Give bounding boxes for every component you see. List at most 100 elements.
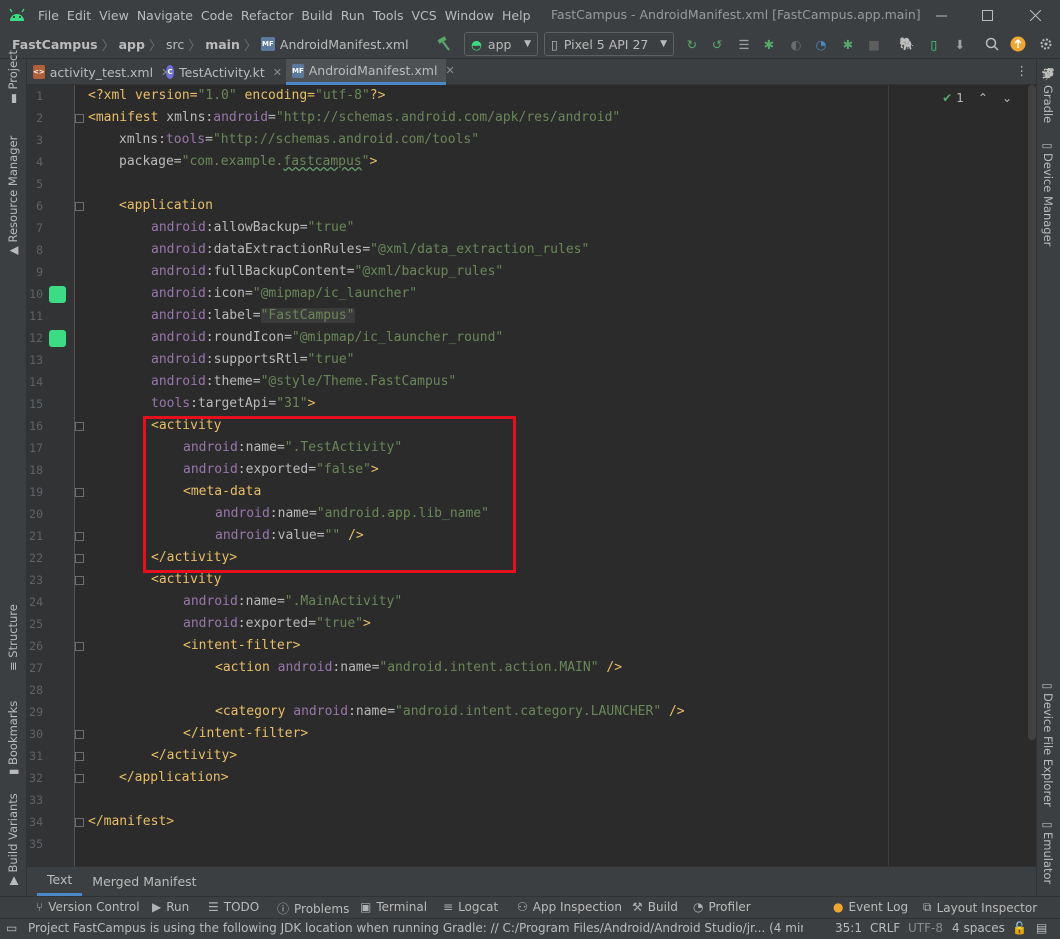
tab-testactivity-kt[interactable]: C TestActivity.kt ✕ (160, 59, 282, 85)
menu-vcs[interactable]: VCS (408, 8, 441, 23)
menu-edit[interactable]: Edit (63, 8, 95, 23)
tool-build-variants[interactable]: ▶ Build Variants (6, 793, 20, 885)
menu-help[interactable]: Help (498, 8, 535, 23)
code-line-6: <application (119, 198, 213, 213)
minimize-button[interactable] (918, 0, 964, 30)
tool-terminal[interactable]: ▣ Terminal (360, 900, 427, 914)
android-icon[interactable] (49, 286, 66, 303)
device-select[interactable]: ▯ Pixel 5 API 27 ▼ (544, 32, 674, 56)
fold-marker-icon[interactable] (75, 642, 84, 651)
menu-refactor[interactable]: Refactor (237, 8, 297, 23)
line-number: 5 (36, 177, 43, 191)
menu-navigate[interactable]: Navigate (133, 8, 197, 23)
tool-device-manager[interactable]: ▯ Device Manager (1041, 143, 1055, 246)
fold-marker-icon[interactable] (75, 752, 84, 761)
right-margin-guide (888, 85, 889, 866)
editor-scrollbar[interactable] (1028, 85, 1036, 740)
tool-logcat[interactable]: ≡ Logcat (443, 900, 498, 914)
debug-bug-icon[interactable]: ✱ (759, 34, 779, 54)
search-icon[interactable] (982, 34, 1002, 54)
close-tab-icon[interactable]: ✕ (273, 66, 282, 79)
tool-build[interactable]: ⚒ Build (632, 900, 678, 914)
make-project-hammer-icon[interactable] (434, 34, 454, 54)
tool-app-inspection[interactable]: ⚇ App Inspection (517, 900, 622, 914)
tab-text[interactable]: Text (37, 866, 83, 896)
lock-icon[interactable]: 🔓 (1012, 921, 1027, 935)
tool-version-control[interactable]: ⑂ Version Control (36, 900, 140, 914)
fold-marker-icon[interactable] (75, 818, 84, 827)
inspection-widget[interactable]: ✔ 1 ⌃ ⌄ (942, 91, 1012, 105)
breadcrumb-module[interactable]: app (119, 37, 145, 52)
fold-marker-icon[interactable] (75, 488, 84, 497)
fold-marker-icon[interactable] (75, 554, 84, 563)
tool-profiler[interactable]: ◔ Profiler (693, 900, 751, 914)
breadcrumb-file[interactable]: AndroidManifest.xml (280, 37, 409, 52)
fold-marker-icon[interactable] (75, 730, 84, 739)
tool-structure[interactable]: ≡ Structure (6, 604, 20, 671)
line-number: 23 (29, 573, 43, 587)
settings-gear-icon[interactable] (1036, 34, 1056, 54)
indent-setting[interactable]: 4 spaces (952, 921, 1005, 935)
profile-icon[interactable]: ◔ (811, 34, 831, 54)
updates-icon[interactable] (1008, 34, 1028, 54)
maximize-button[interactable] (964, 0, 1010, 30)
menu-window[interactable]: Window (441, 8, 498, 23)
menu-code[interactable]: Code (197, 8, 237, 23)
status-toggle-icon[interactable]: ▭ (6, 921, 17, 935)
menu-run[interactable]: Run (337, 8, 369, 23)
apply-changes-restart-icon[interactable]: ↻ (682, 34, 702, 54)
breadcrumb-main[interactable]: main (205, 37, 240, 52)
android-icon[interactable] (49, 330, 66, 347)
fold-marker-icon[interactable] (75, 422, 84, 431)
tab-activity-test-xml[interactable]: <> activity_test.xml ✕ (27, 59, 170, 85)
close-window-button[interactable] (1012, 0, 1058, 30)
tool-todo[interactable]: ☰ TODO (208, 900, 259, 914)
tab-merged-manifest[interactable]: Merged Manifest (82, 866, 206, 896)
apply-code-changes-icon[interactable]: ↺ (707, 34, 727, 54)
breadcrumb-project[interactable]: FastCampus (12, 37, 98, 52)
tool-run[interactable]: ▶ Run (152, 900, 189, 914)
coverage-icon[interactable]: ◐ (786, 34, 806, 54)
tool-gradle[interactable]: 🐘 Gradle (1041, 67, 1055, 123)
memory-indicator-icon[interactable]: ▤ (1036, 921, 1047, 935)
chevron-down-icon[interactable]: ⌄ (1002, 91, 1012, 105)
close-tab-icon[interactable]: ✕ (445, 64, 454, 77)
menu-tools[interactable]: Tools (369, 8, 408, 23)
tool-resource-manager[interactable]: ▲ Resource Manager (6, 136, 20, 255)
line-separator[interactable]: CRLF (870, 921, 900, 935)
tab-androidmanifest-xml[interactable]: MF AndroidManifest.xml ✕ (286, 59, 455, 85)
code-line-2: <manifest xmlns:android="http://schemas.… (88, 110, 621, 125)
line-number: 35 (29, 837, 43, 851)
status-message[interactable]: Project FastCampus is using the followin… (28, 921, 803, 935)
fold-marker-icon[interactable] (75, 774, 84, 783)
run-tests-icon[interactable]: ☰ (734, 34, 754, 54)
xml-file-icon: <> (33, 65, 45, 79)
fold-marker-icon[interactable] (75, 202, 84, 211)
tool-bookmarks[interactable]: ▮ Bookmarks (6, 701, 20, 775)
tool-device-file-explorer[interactable]: ▯ Device File Explorer (1041, 683, 1055, 807)
sync-gradle-icon[interactable]: 🐘 (897, 34, 917, 54)
fold-marker-icon[interactable] (75, 114, 84, 123)
stop-icon[interactable]: ■ (864, 34, 884, 54)
caret-position[interactable]: 35:1 (835, 921, 862, 935)
tool-event-log[interactable]: ● Event Log (833, 900, 908, 914)
tool-problems[interactable]: ⓘ Problems (277, 900, 349, 917)
tool-project[interactable]: ▬ Project (6, 50, 20, 104)
more-tabs-icon[interactable]: ⋮ (1016, 63, 1029, 78)
fold-marker-icon[interactable] (75, 576, 84, 585)
event-log-icon: ● (833, 900, 844, 914)
fold-marker-icon[interactable] (75, 532, 84, 541)
tool-layout-inspector[interactable]: ⧉ Layout Inspector (923, 900, 1037, 915)
code-editor[interactable]: ✔ 1 ⌃ ⌄ 1 2 3 4 5 6 7 8 9 10 11 12 13 14… (27, 85, 1036, 866)
run-config-select[interactable]: ◓ app ▼ (464, 32, 538, 56)
device-manager-icon[interactable]: ▯ (924, 34, 944, 54)
tool-emulator[interactable]: ▯ Emulator (1041, 822, 1055, 884)
menu-view[interactable]: View (95, 8, 133, 23)
file-encoding[interactable]: UTF-8 (908, 921, 943, 935)
menu-build[interactable]: Build (297, 8, 336, 23)
sdk-manager-icon[interactable]: ⬇ (950, 34, 970, 54)
menu-file[interactable]: File (34, 8, 63, 23)
breadcrumb-src[interactable]: src (166, 37, 184, 52)
attach-debugger-icon[interactable]: ✱ (838, 34, 858, 54)
chevron-up-icon[interactable]: ⌃ (978, 91, 988, 105)
